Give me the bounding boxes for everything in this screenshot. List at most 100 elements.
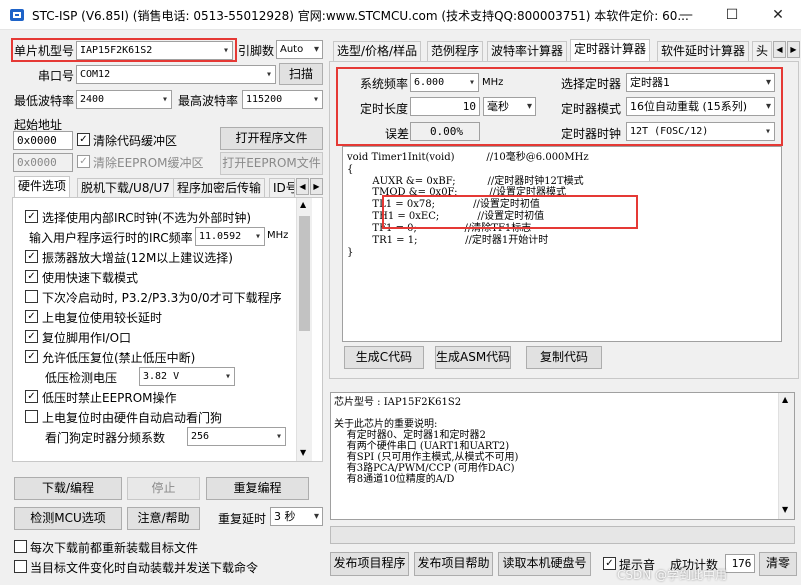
code-line: } — [347, 247, 354, 258]
code-address-input[interactable]: 0x0000 — [13, 131, 73, 150]
options-scrollbar[interactable]: ▲ ▼ — [296, 198, 312, 461]
read-disk-id-button[interactable]: 读取本机硬盘号 — [498, 552, 591, 576]
chevron-down-icon: ▾ — [526, 101, 532, 112]
tab-hardware-options[interactable]: 硬件选项 — [14, 176, 71, 198]
mcu-type-value: IAP15F2K61S2 — [80, 45, 153, 56]
checkbox[interactable]: ✓ — [25, 310, 38, 323]
tab-scroll-left-icon[interactable]: ◀ — [296, 178, 309, 195]
download-program-button[interactable]: 下载/编程 — [14, 477, 122, 500]
scroll-up-icon[interactable]: ▲ — [782, 395, 788, 404]
tab-selection-price[interactable]: 选型/价格/样品 — [333, 41, 422, 61]
progress-bar — [330, 526, 795, 544]
error-value: 0.00% — [410, 122, 480, 141]
maximize-button[interactable]: ☐ — [709, 0, 755, 30]
option-label: 上电复位使用较长延时 — [42, 311, 163, 325]
tab-scroll-left-icon[interactable]: ◀ — [773, 41, 786, 58]
select-timer-label: 选择定时器 — [561, 77, 622, 91]
copy-code-button[interactable]: 复制代码 — [526, 346, 602, 369]
clear-eeprom-label: 清除EEPROM缓冲区 — [93, 156, 204, 170]
lvd-label: 低压检测电压 — [45, 371, 118, 385]
tab-id-number[interactable]: ID号 — [269, 178, 295, 198]
tip-sound-checkbox[interactable]: ✓ — [603, 557, 616, 570]
sysfreq-select[interactable]: 6.000 ▾ — [410, 73, 479, 92]
chevron-down-icon: ▾ — [275, 431, 282, 442]
mcu-type-select[interactable]: IAP15F2K61S2 ▾ — [76, 41, 233, 60]
checkbox[interactable]: ✓ — [25, 250, 38, 263]
clear-code-checkbox[interactable]: ✓ — [77, 133, 90, 146]
select-timer-value: 定时器1 — [630, 76, 670, 89]
select-timer-dropdown[interactable]: 定时器1 ▾ — [626, 73, 775, 92]
chevron-down-icon: ▾ — [313, 44, 319, 55]
length-input[interactable]: 10 — [410, 97, 480, 116]
min-baud-value: 2400 — [80, 94, 105, 105]
auto-reload-checkbox[interactable] — [14, 560, 27, 573]
scroll-down-icon[interactable]: ▼ — [782, 505, 788, 514]
checkbox[interactable]: ✓ — [25, 210, 38, 223]
help-button[interactable]: 注意/帮助 — [127, 507, 200, 530]
scrollbar-thumb[interactable] — [299, 216, 310, 331]
wdt-label: 看门狗定时器分频系数 — [45, 431, 166, 445]
scan-button[interactable]: 扫描 — [279, 63, 323, 85]
tab-scroll-right-icon[interactable]: ▶ — [310, 178, 323, 195]
detect-mcu-button[interactable]: 检测MCU选项 — [14, 507, 122, 530]
chevron-down-icon: ▾ — [254, 231, 261, 242]
port-select[interactable]: COM12 ▾ — [76, 65, 276, 84]
length-unit-value: 毫秒 — [487, 100, 509, 113]
wdt-value: 256 — [191, 431, 210, 442]
minimize-button[interactable]: — — [663, 0, 709, 30]
clear-eeprom-checkbox[interactable]: ✓ — [77, 155, 90, 168]
scroll-up-icon[interactable]: ▲ — [300, 200, 306, 209]
chevron-down-icon: ▾ — [222, 45, 229, 56]
tab-examples[interactable]: 范例程序 — [427, 41, 484, 61]
timer-clock-select[interactable]: 12T (FOSC/12) ▾ — [626, 122, 775, 141]
tab-scroll-right-icon[interactable]: ▶ — [787, 41, 800, 58]
tab-encrypted-transfer[interactable]: 程序加密后传输 — [173, 178, 266, 198]
tab-header[interactable]: 头 — [752, 41, 772, 61]
close-button[interactable]: ✕ — [755, 0, 801, 30]
repeat-delay-select[interactable]: 3 秒 ▾ — [270, 507, 323, 526]
tab-baud-calculator[interactable]: 波特率计算器 — [487, 41, 568, 61]
option-label: 使用快速下载模式 — [42, 271, 139, 285]
stop-button[interactable]: 停止 — [127, 477, 200, 500]
tab-delay-calculator[interactable]: 软件延时计算器 — [657, 41, 750, 61]
eeprom-address-input[interactable]: 0x0000 — [13, 153, 73, 172]
irc-frequency-label: 输入用户程序运行时的IRC频率 — [29, 231, 193, 245]
checkbox[interactable]: ✓ — [25, 330, 38, 343]
window-title: STC-ISP (V6.85I) (销售电话: 0513-55012928) 官… — [32, 9, 689, 23]
wdt-select[interactable]: 256 ▾ — [187, 427, 286, 446]
chip-info-area[interactable]: 芯片型号 : IAP15F2K61S2 关于此芯片的重要说明: 有定时器0、定时… — [330, 392, 795, 520]
reprogram-button[interactable]: 重复编程 — [206, 477, 309, 500]
checkbox[interactable]: ✓ — [25, 270, 38, 283]
option-label: 允许低压复位(禁止低压中断) — [42, 351, 196, 365]
info-scrollbar[interactable]: ▲ ▼ — [778, 393, 794, 519]
generated-code-area[interactable]: void Timer1Init(void) //10毫秒@6.000MHz { … — [342, 146, 782, 342]
clear-count-button[interactable]: 清零 — [759, 552, 797, 576]
checkbox[interactable]: ✓ — [25, 390, 38, 403]
generate-asm-code-button[interactable]: 生成ASM代码 — [435, 346, 511, 369]
min-baud-select[interactable]: 2400 ▾ — [76, 90, 172, 109]
publish-program-button[interactable]: 发布项目程序 — [330, 552, 409, 576]
code-line: TR1 = 1; //定时器1开始计时 — [347, 235, 549, 246]
tab-offline-download[interactable]: 脱机下载/U8/U7 — [77, 178, 174, 198]
checkbox[interactable] — [25, 290, 38, 303]
generate-c-code-button[interactable]: 生成C代码 — [344, 346, 424, 369]
publish-help-button[interactable]: 发布项目帮助 — [414, 552, 493, 576]
port-label: 串口号 — [38, 69, 75, 83]
scroll-down-icon[interactable]: ▼ — [300, 448, 306, 457]
open-program-button[interactable]: 打开程序文件 — [220, 127, 323, 150]
checkbox[interactable]: ✓ — [25, 350, 38, 363]
timer-mode-select[interactable]: 16位自动重载 (15系列) ▾ — [626, 97, 775, 116]
error-label: 误差 — [385, 127, 410, 141]
lvd-select[interactable]: 3.82 V ▾ — [139, 367, 235, 386]
length-unit-select[interactable]: 毫秒 ▾ — [483, 97, 536, 116]
max-baud-select[interactable]: 115200 ▾ — [242, 90, 323, 109]
reload-each-checkbox[interactable] — [14, 540, 27, 553]
irc-frequency-value: 11.0592 — [199, 231, 242, 242]
timer-mode-value: 16位自动重载 (15系列) — [630, 100, 748, 113]
checkbox[interactable] — [25, 410, 38, 423]
tab-timer-calculator[interactable]: 定时器计算器 — [570, 39, 651, 61]
mcu-type-label: 单片机型号 — [14, 44, 75, 58]
irc-frequency-select[interactable]: 11.0592 ▾ — [195, 227, 265, 246]
open-eeprom-button[interactable]: 打开EEPROM文件 — [220, 152, 323, 175]
pin-count-select[interactable]: Auto ▾ — [276, 40, 323, 59]
